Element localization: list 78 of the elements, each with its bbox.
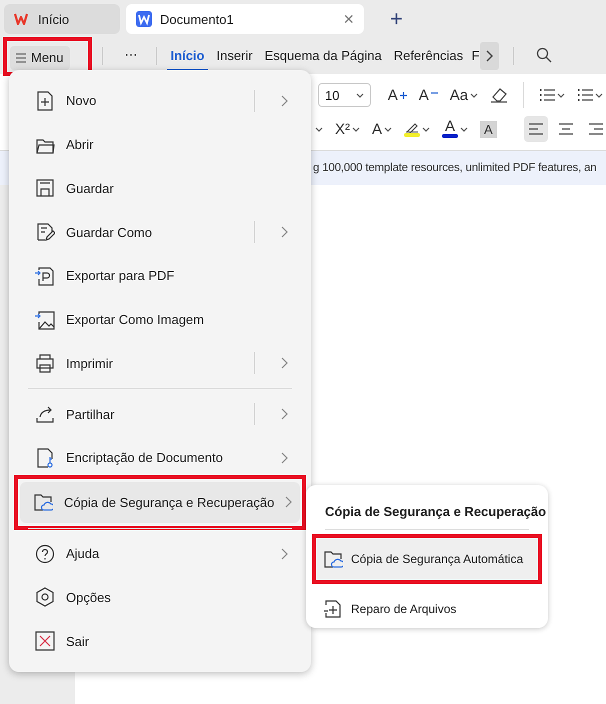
close-icon [35,631,55,652]
menu-item[interactable]: Ajuda [22,532,298,576]
change-case-button[interactable]: Aa [446,82,482,108]
caret-icon [356,92,364,98]
grow-font-button[interactable]: A [384,82,410,108]
printer-icon [35,353,55,374]
menu-item[interactable]: Novo [22,79,298,123]
close-button[interactable]: × [343,8,354,30]
search-icon [536,47,552,63]
caret-icon [595,92,603,98]
shrink-font-button[interactable]: A [416,82,441,108]
menu-item[interactable]: Sair [22,619,298,663]
menu-item[interactable]: Exportar para PDF [22,254,298,298]
document-plus-icon [323,599,343,619]
app-logo-icon [14,11,30,27]
ribbon-tab[interactable]: F [471,42,480,70]
new-document-icon [35,90,55,111]
share-icon [35,404,55,424]
chevron-right-icon [486,50,494,62]
ribbon-tab[interactable]: Esquema da Página [260,42,386,70]
caret-icon [470,92,478,98]
tab[interactable]: Documento1 × [126,4,364,34]
chevron-right-icon [281,357,288,370]
chevron-right-icon [281,94,288,107]
text-effect-button[interactable]: A [369,116,396,142]
menu-item[interactable]: Opções [22,576,298,620]
superscript-button[interactable]: X² [332,116,363,142]
pen-icon [405,121,420,133]
folder-cloud-icon [33,492,53,512]
export-pdf-icon [35,266,55,286]
scroll-tabs-button[interactable] [480,42,500,70]
help-icon [35,544,55,564]
bullet-list-icon [539,88,555,102]
tab-label: Início [38,12,70,26]
save-icon [35,178,55,198]
ribbon-tab[interactable]: Referências [390,42,468,70]
menu-item[interactable]: Encriptação de Documento [22,436,298,480]
folder-cloud-icon [323,549,343,569]
align-center-icon [556,121,575,137]
align-left-icon [526,121,545,137]
document-app-icon [136,11,152,27]
tab[interactable]: Início [4,4,120,34]
caret-icon [384,126,392,132]
menu-button[interactable]: Menu [10,46,70,70]
caret-icon [460,126,468,132]
document-pencil-icon [35,222,55,242]
menu-item[interactable]: Cópia de Segurança e Recuperação [20,482,300,523]
more-button[interactable]: ⋯ [120,41,142,71]
menu-item[interactable]: Guardar Como [22,210,298,254]
chevron-right-icon [281,548,288,560]
align-right-icon [586,121,605,137]
submenu-item[interactable]: Cópia de Segurança Automática [316,538,538,580]
submenu-item[interactable]: Reparo de Arquivos [316,588,538,630]
eraser-icon [490,87,508,103]
menu-icon [16,52,26,62]
align-left-button[interactable] [524,116,548,142]
caret-icon [557,92,565,98]
chevron-right-icon [281,452,288,464]
menu-item[interactable]: Imprimir [22,342,298,386]
settings-icon [35,587,55,608]
font-color-button[interactable]: A [439,116,472,142]
numbered-list-icon [577,88,593,102]
menu-item[interactable]: Exportar Como Imagem [22,298,298,342]
shading-button[interactable]: A [477,116,500,142]
image-icon [35,310,55,330]
new-tab-button[interactable]: + [386,6,407,32]
document-key-icon [35,448,55,468]
caret-icon [315,126,323,132]
ribbon-tab[interactable]: Inserir [212,42,257,70]
menu-item[interactable]: Partilhar [22,392,298,436]
chevron-right-icon [285,496,292,508]
tab-label: Documento1 [160,12,234,26]
font-size-field[interactable]: 10 [318,83,371,107]
chevron-right-icon [281,226,288,238]
chevron-right-icon [281,408,288,420]
caret-icon [352,126,360,132]
plus-icon [400,92,407,98]
caret-icon [422,126,430,132]
